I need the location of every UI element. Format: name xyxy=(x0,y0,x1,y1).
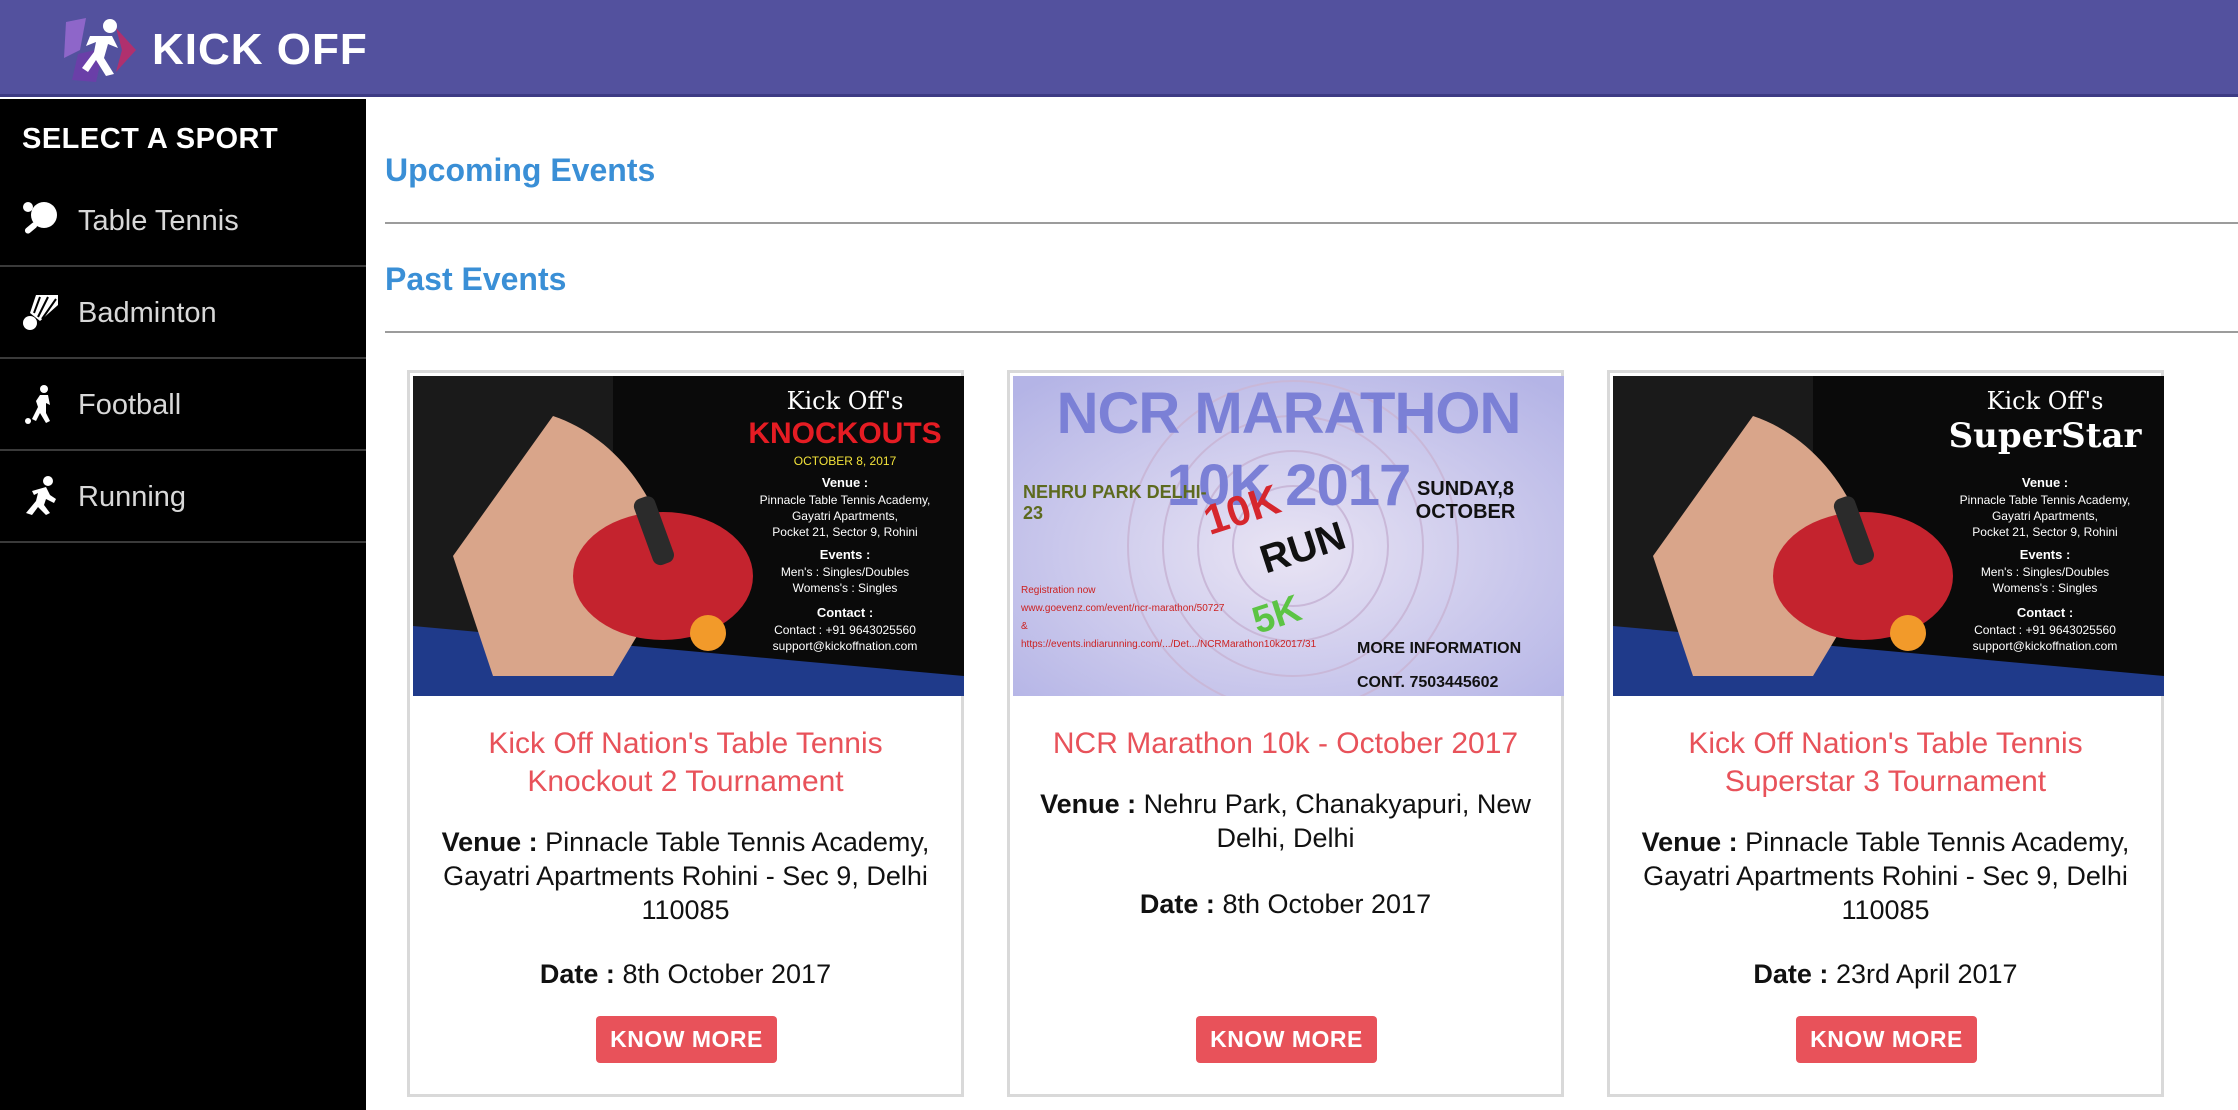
event-poster-image[interactable]: NCR MARATHON 10K 2017 NEHRU PARK DELHI-2… xyxy=(1013,376,1564,696)
sidebar-item-running[interactable]: Running xyxy=(0,451,366,543)
poster-line: Pinnacle Table Tennis Academy, xyxy=(1959,493,2131,507)
poster-line: Pocket 21, Sector 9, Rohini xyxy=(772,525,918,539)
poster-line: Womens's : Singles xyxy=(792,581,898,595)
past-events-title[interactable]: Past Events xyxy=(385,259,566,299)
poster-events-head: Events : xyxy=(2019,547,2071,562)
poster-day: SUNDAY,8 OCTOBER xyxy=(1415,478,1516,523)
football-player-icon xyxy=(25,385,50,424)
poster-line: www.goevenz.com/event/ncr-marathon/50727 xyxy=(1021,603,1225,614)
sport-list: Table Tennis Badminton Football Running xyxy=(0,175,366,543)
poster-line: support@kickoffnation.com xyxy=(1972,639,2118,653)
sidebar-item-label: Table Tennis xyxy=(78,205,239,237)
poster-line: Pinnacle Table Tennis Academy, xyxy=(759,493,931,507)
poster-brand: Kick Off's xyxy=(786,387,904,415)
date-value: 8th October 2017 xyxy=(622,959,832,989)
poster-info: MORE INFORMATION xyxy=(1357,640,1522,657)
know-more-button[interactable]: KNOW MORE xyxy=(596,1016,777,1063)
venue-label: Venue : xyxy=(441,827,538,857)
event-title[interactable]: NCR Marathon 10k - October 2017 xyxy=(1024,725,1547,763)
top-header: KICK OFF xyxy=(0,0,2238,97)
poster-date: OCTOBER 8, 2017 xyxy=(793,454,897,468)
poster-contact-head: Contact : xyxy=(2016,605,2074,620)
poster-info: CONT. 7503445602 xyxy=(1357,674,1499,691)
poster-line: Womens's : Singles xyxy=(1992,581,2098,595)
shuttlecock-icon xyxy=(23,295,58,330)
poster-line: Registration now xyxy=(1021,585,1096,596)
event-venue: Venue : Pinnacle Table Tennis Academy, G… xyxy=(1624,825,2147,927)
event-card: NCR MARATHON 10K 2017 NEHRU PARK DELHI-2… xyxy=(1007,370,1564,1097)
poster-line: Contact : +91 9643025560 xyxy=(774,623,916,637)
event-venue: Venue : Nehru Park, Chanakyapuri, New De… xyxy=(1024,787,1547,855)
sidebar-item-label: Badminton xyxy=(78,297,217,329)
poster-line: & xyxy=(1021,621,1028,632)
event-card: Kick Off's SuperStar Venue : Pinnacle Ta… xyxy=(1607,370,2164,1097)
event-date: Date : 8th October 2017 xyxy=(424,957,947,991)
poster-line: Gayatri Apartments, xyxy=(1991,509,2099,523)
poster-headline: SuperStar xyxy=(1948,416,2142,456)
poster-venue-head: Venue : xyxy=(821,475,869,490)
poster-headline: KNOCKOUTS xyxy=(748,417,942,450)
upcoming-events-title[interactable]: Upcoming Events xyxy=(385,150,655,190)
poster-venue-head: Venue : xyxy=(2021,475,2069,490)
know-more-button[interactable]: KNOW MORE xyxy=(1196,1016,1377,1063)
sidebar-heading: SELECT A SPORT xyxy=(22,123,279,155)
event-venue: Venue : Pinnacle Table Tennis Academy, G… xyxy=(424,825,947,927)
event-card: Kick Off's KNOCKOUTS OCTOBER 8, 2017 Ven… xyxy=(407,370,964,1097)
poster-line: Gayatri Apartments, xyxy=(791,509,899,523)
event-poster-image[interactable]: Kick Off's SuperStar Venue : Pinnacle Ta… xyxy=(1613,376,2164,696)
event-title[interactable]: Kick Off Nation's Table Tennis Knockout … xyxy=(424,725,947,801)
date-value: 8th October 2017 xyxy=(1222,889,1432,919)
event-date: Date : 23rd April 2017 xyxy=(1624,957,2147,991)
date-value: 23rd April 2017 xyxy=(1835,959,2018,989)
venue-label: Venue : xyxy=(1641,827,1738,857)
poster-line: Men's : Singles/Doubles xyxy=(1980,565,2110,579)
event-title[interactable]: Kick Off Nation's Table Tennis Superstar… xyxy=(1624,725,2147,801)
venue-value: Nehru Park, Chanakyapuri, New Delhi, Del… xyxy=(1143,789,1531,853)
poster-line: Men's : Singles/Doubles xyxy=(780,565,910,579)
section-divider xyxy=(385,222,2238,224)
runner-icon xyxy=(26,476,56,515)
poster-line: Contact : +91 9643025560 xyxy=(1974,623,2116,637)
event-poster-image[interactable]: Kick Off's KNOCKOUTS OCTOBER 8, 2017 Ven… xyxy=(413,376,964,696)
event-date: Date : 8th October 2017 xyxy=(1024,887,1547,921)
brand-title[interactable]: KICK OFF xyxy=(152,22,368,78)
section-divider xyxy=(385,331,2238,333)
sidebar-item-label: Football xyxy=(78,389,182,421)
table-tennis-icon xyxy=(23,202,57,234)
sidebar-item-table-tennis[interactable]: Table Tennis xyxy=(0,175,366,267)
date-label: Date : xyxy=(1753,959,1829,989)
poster-line: Pocket 21, Sector 9, Rohini xyxy=(1972,525,2118,539)
date-label: Date : xyxy=(1139,889,1215,919)
sidebar-item-badminton[interactable]: Badminton xyxy=(0,267,366,359)
sport-sidebar: SELECT A SPORT Table Tennis Badminton Fo… xyxy=(0,99,366,1110)
kick-off-logo-icon[interactable] xyxy=(60,14,142,86)
sidebar-item-football[interactable]: Football xyxy=(0,359,366,451)
sidebar-item-label: Running xyxy=(78,481,187,513)
know-more-button[interactable]: KNOW MORE xyxy=(1796,1016,1977,1063)
poster-line: https://events.indiarunning.com/.../Det.… xyxy=(1021,639,1317,650)
poster-contact-head: Contact : xyxy=(816,605,874,620)
poster-brand: Kick Off's xyxy=(1986,387,2104,415)
poster-events-head: Events : xyxy=(819,547,871,562)
date-label: Date : xyxy=(539,959,615,989)
poster-line: support@kickoffnation.com xyxy=(772,639,918,653)
venue-label: Venue : xyxy=(1040,789,1137,819)
